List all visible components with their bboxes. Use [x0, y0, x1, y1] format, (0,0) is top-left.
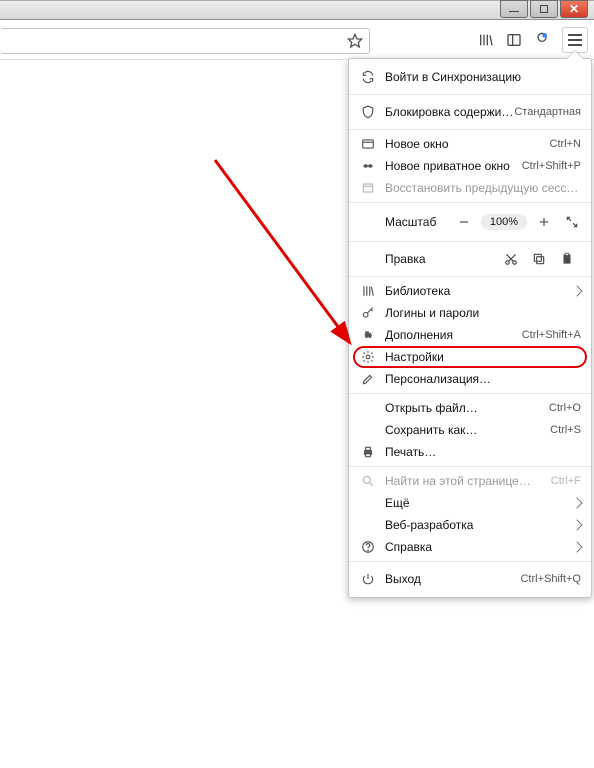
shortcut-label: Ctrl+O [549, 402, 581, 414]
question-icon [359, 540, 377, 554]
window-maximize-button[interactable] [530, 0, 558, 18]
chevron-right-icon [573, 287, 581, 295]
menu-item-find: Найти на этой странице… Ctrl+F [349, 470, 591, 492]
menu-item-label: Восстановить предыдущую сессию [377, 181, 581, 195]
star-icon[interactable] [347, 33, 363, 49]
shortcut-label: Ctrl+S [550, 424, 581, 436]
shortcut-label: Ctrl+Shift+Q [520, 573, 581, 585]
window-minimize-button[interactable] [500, 0, 528, 18]
menu-item-open-file[interactable]: Открыть файл… Ctrl+O [349, 397, 591, 419]
library-icon [359, 284, 377, 298]
application-menu: Войти в Синхронизацию Блокировка содержи… [348, 58, 592, 598]
menu-item-personalize[interactable]: Персонализация… [349, 368, 591, 390]
menu-item-logins[interactable]: Логины и пароли [349, 302, 591, 324]
menu-item-webdev[interactable]: Веб-разработка [349, 514, 591, 536]
copy-button[interactable] [525, 252, 553, 266]
chevron-right-icon [573, 543, 581, 551]
address-bar[interactable] [0, 28, 370, 54]
menu-zoom-row: Масштаб 100% [349, 206, 591, 238]
mask-icon [359, 159, 377, 173]
menu-item-label: Открыть файл… [377, 401, 549, 415]
menu-item-exit[interactable]: Выход Ctrl+Shift+Q [349, 565, 591, 593]
shortcut-label: Ctrl+Shift+P [522, 160, 581, 172]
gear-icon [359, 350, 377, 364]
menu-item-settings[interactable]: Настройки [349, 346, 591, 368]
menu-item-save-as[interactable]: Сохранить как… Ctrl+S [349, 419, 591, 441]
menu-item-label: Войти в Синхронизацию [377, 70, 581, 84]
menu-item-label: Ещё [377, 496, 573, 510]
menu-item-label: Персонализация… [377, 372, 581, 386]
restore-icon [359, 181, 377, 195]
menu-item-new-window[interactable]: Новое окно Ctrl+N [349, 133, 591, 155]
blocking-value: Стандартная [514, 106, 581, 118]
menu-button[interactable] [562, 27, 588, 53]
sync-icon [359, 70, 377, 84]
shortcut-label: Ctrl+F [551, 475, 581, 487]
zoom-out-button[interactable] [455, 215, 473, 229]
menu-item-more[interactable]: Ещё [349, 492, 591, 514]
menu-item-label: Новое окно [377, 137, 550, 151]
menu-item-label: Логины и пароли [377, 306, 581, 320]
menu-item-addons[interactable]: Дополнения Ctrl+Shift+A [349, 324, 591, 346]
chevron-right-icon [573, 499, 581, 507]
pocket-icon[interactable] [534, 32, 550, 48]
menu-item-label: Настройки [377, 350, 581, 364]
key-icon [359, 306, 377, 320]
sidebar-icon[interactable] [506, 32, 522, 48]
menu-item-print[interactable]: Печать… [349, 441, 591, 463]
menu-item-label: Библиотека [377, 284, 573, 298]
menu-item-label: Справка [377, 540, 573, 554]
menu-item-label: Найти на этой странице… [377, 474, 551, 488]
menu-item-label: Дополнения [377, 328, 522, 342]
menu-edit-row: Правка [349, 245, 591, 273]
menu-item-label: Новое приватное окно [377, 159, 522, 173]
window-close-button[interactable]: ✕ [560, 0, 588, 18]
window-titlebar: ✕ [0, 0, 594, 20]
menu-item-library[interactable]: Библиотека [349, 280, 591, 302]
shortcut-label: Ctrl+Shift+A [522, 329, 581, 341]
print-icon [359, 445, 377, 459]
menu-item-label: Сохранить как… [377, 423, 550, 437]
shortcut-label: Ctrl+N [550, 138, 581, 150]
menu-item-label: Веб-разработка [377, 518, 573, 532]
menu-item-label: Выход [377, 572, 520, 586]
menu-item-label: Блокировка содержимого [377, 105, 514, 119]
menu-item-help[interactable]: Справка [349, 536, 591, 558]
browser-toolbar [0, 20, 594, 60]
window-icon [359, 137, 377, 151]
menu-item-label: Печать… [377, 445, 581, 459]
zoom-label: Масштаб [359, 215, 455, 229]
paste-button[interactable] [553, 252, 581, 266]
puzzle-icon [359, 328, 377, 342]
library-icon[interactable] [478, 32, 494, 48]
menu-item-restore-session: Восстановить предыдущую сессию [349, 177, 591, 199]
power-icon [359, 572, 377, 586]
menu-item-new-private[interactable]: Новое приватное окно Ctrl+Shift+P [349, 155, 591, 177]
menu-item-sync[interactable]: Войти в Синхронизацию [349, 63, 591, 91]
brush-icon [359, 372, 377, 386]
zoom-value[interactable]: 100% [481, 214, 527, 230]
zoom-in-button[interactable] [535, 215, 553, 229]
shield-icon [359, 105, 377, 119]
search-icon [359, 474, 377, 488]
chevron-right-icon [573, 521, 581, 529]
menu-item-blocking[interactable]: Блокировка содержимого Стандартная [349, 98, 591, 126]
edit-label: Правка [359, 252, 497, 266]
fullscreen-button[interactable] [563, 215, 581, 229]
cut-button[interactable] [497, 252, 525, 266]
